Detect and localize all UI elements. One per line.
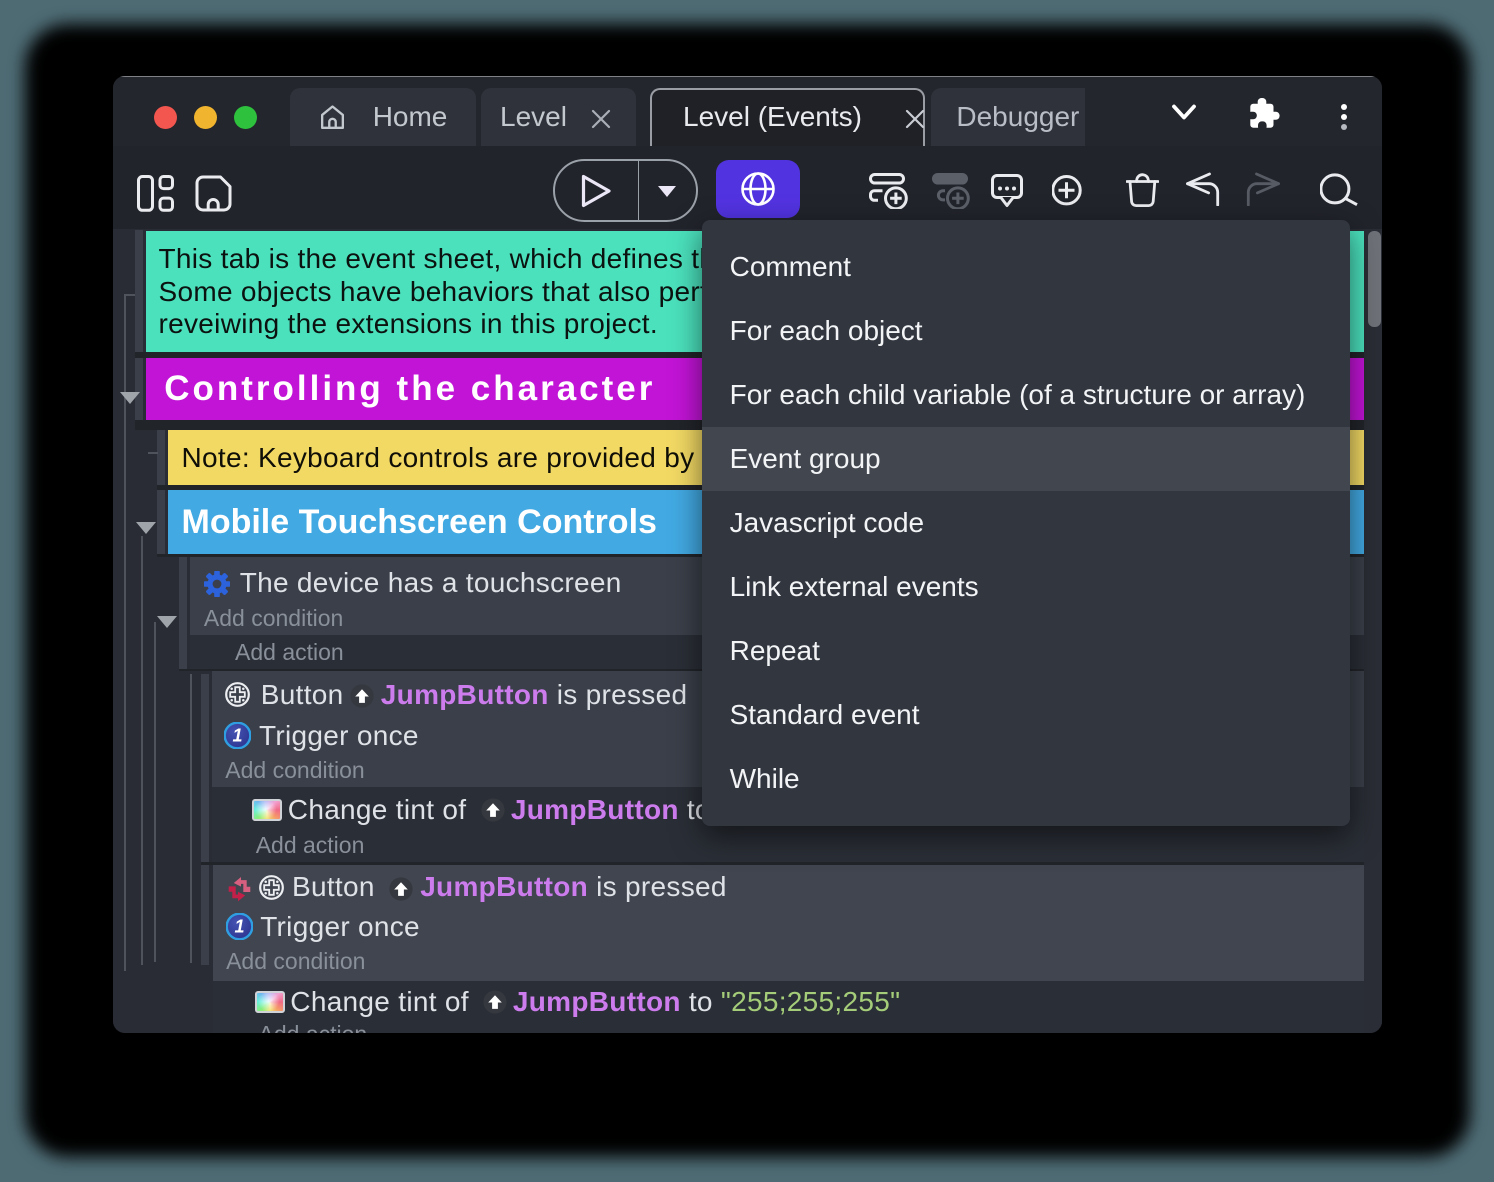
svg-text:1: 1 (235, 917, 245, 937)
svg-text:1: 1 (232, 726, 242, 746)
